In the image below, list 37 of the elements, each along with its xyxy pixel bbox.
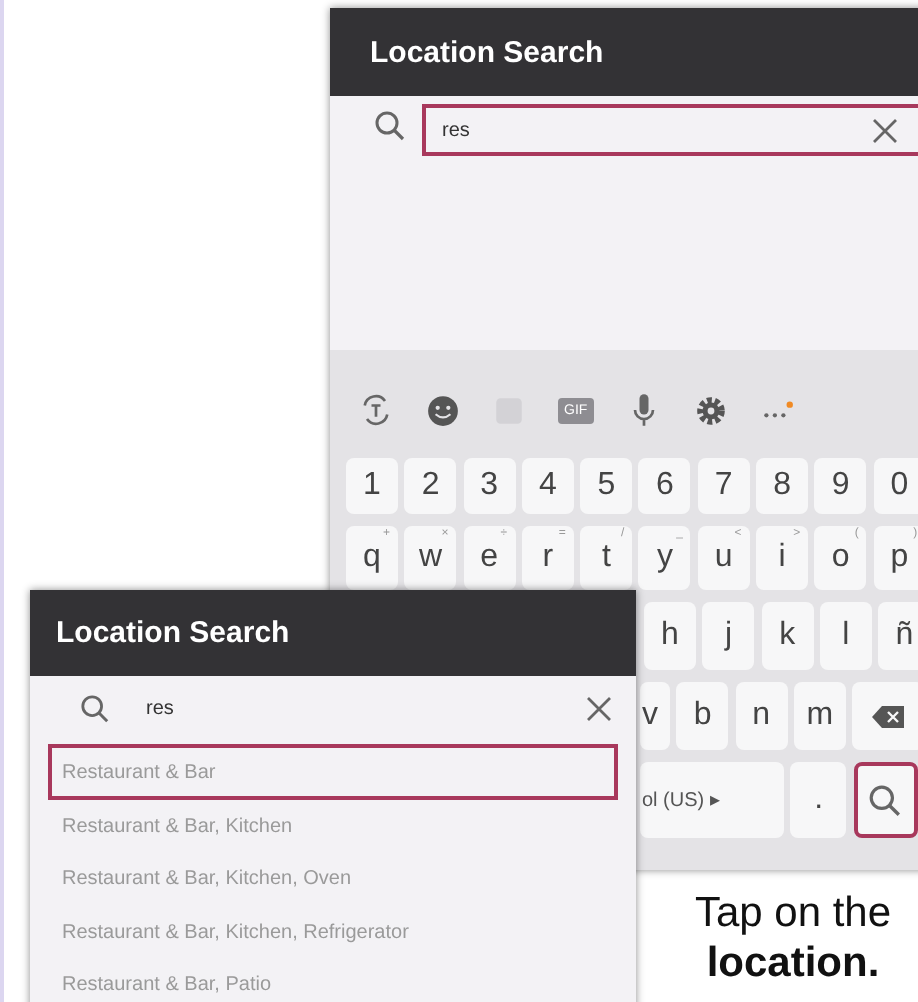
keyboard-key[interactable]: 5 xyxy=(580,458,633,514)
emoji-icon[interactable] xyxy=(426,393,460,427)
close-icon[interactable] xyxy=(872,117,898,143)
search-icon xyxy=(374,109,406,141)
keyboard-key[interactable]: l xyxy=(819,602,872,670)
keyboard-key[interactable]: v xyxy=(640,682,670,750)
keyboard-key[interactable]: h xyxy=(644,602,696,670)
keyboard-key[interactable]: 3 xyxy=(463,458,516,514)
backspace-icon xyxy=(872,705,905,727)
backspace-key[interactable] xyxy=(852,682,918,750)
search-field[interactable]: res xyxy=(422,104,918,156)
keyboard-key[interactable]: . xyxy=(790,762,847,838)
keyboard-key[interactable]: 6 xyxy=(638,458,691,514)
search-key[interactable] xyxy=(853,762,918,838)
window-title: Location Search xyxy=(30,590,636,676)
keyboard-key[interactable]: 2 xyxy=(404,458,457,514)
search-field[interactable]: res xyxy=(126,682,636,734)
search-icon xyxy=(868,783,903,817)
keyboard-key[interactable]: 1 xyxy=(346,458,398,514)
window-title: Location Search xyxy=(330,8,918,96)
keyboard-key[interactable]: 7 xyxy=(697,458,750,514)
keyboard-key[interactable]: n xyxy=(735,682,788,750)
text-cycle-icon[interactable] xyxy=(358,392,394,428)
keyboard-key[interactable]: b xyxy=(676,682,729,750)
close-icon[interactable] xyxy=(586,695,612,721)
keyboard-key[interactable]: m xyxy=(793,682,846,750)
keyboard-key[interactable]: k xyxy=(761,602,814,670)
search-icon xyxy=(80,693,110,723)
instruction-text: Tap on the location. xyxy=(692,888,894,988)
language-key[interactable]: ol (US) ▸ xyxy=(640,762,784,838)
keyboard-key[interactable]: 4 xyxy=(521,458,574,514)
keyboard-key[interactable]: 0 xyxy=(873,458,918,514)
keyboard-key[interactable]: j xyxy=(702,602,755,670)
settings-icon[interactable] xyxy=(693,393,728,427)
keyboard-key[interactable]: ñ xyxy=(878,602,918,670)
keyboard-key[interactable]: 8 xyxy=(756,458,809,514)
keyboard-key[interactable]: 9 xyxy=(814,458,867,514)
